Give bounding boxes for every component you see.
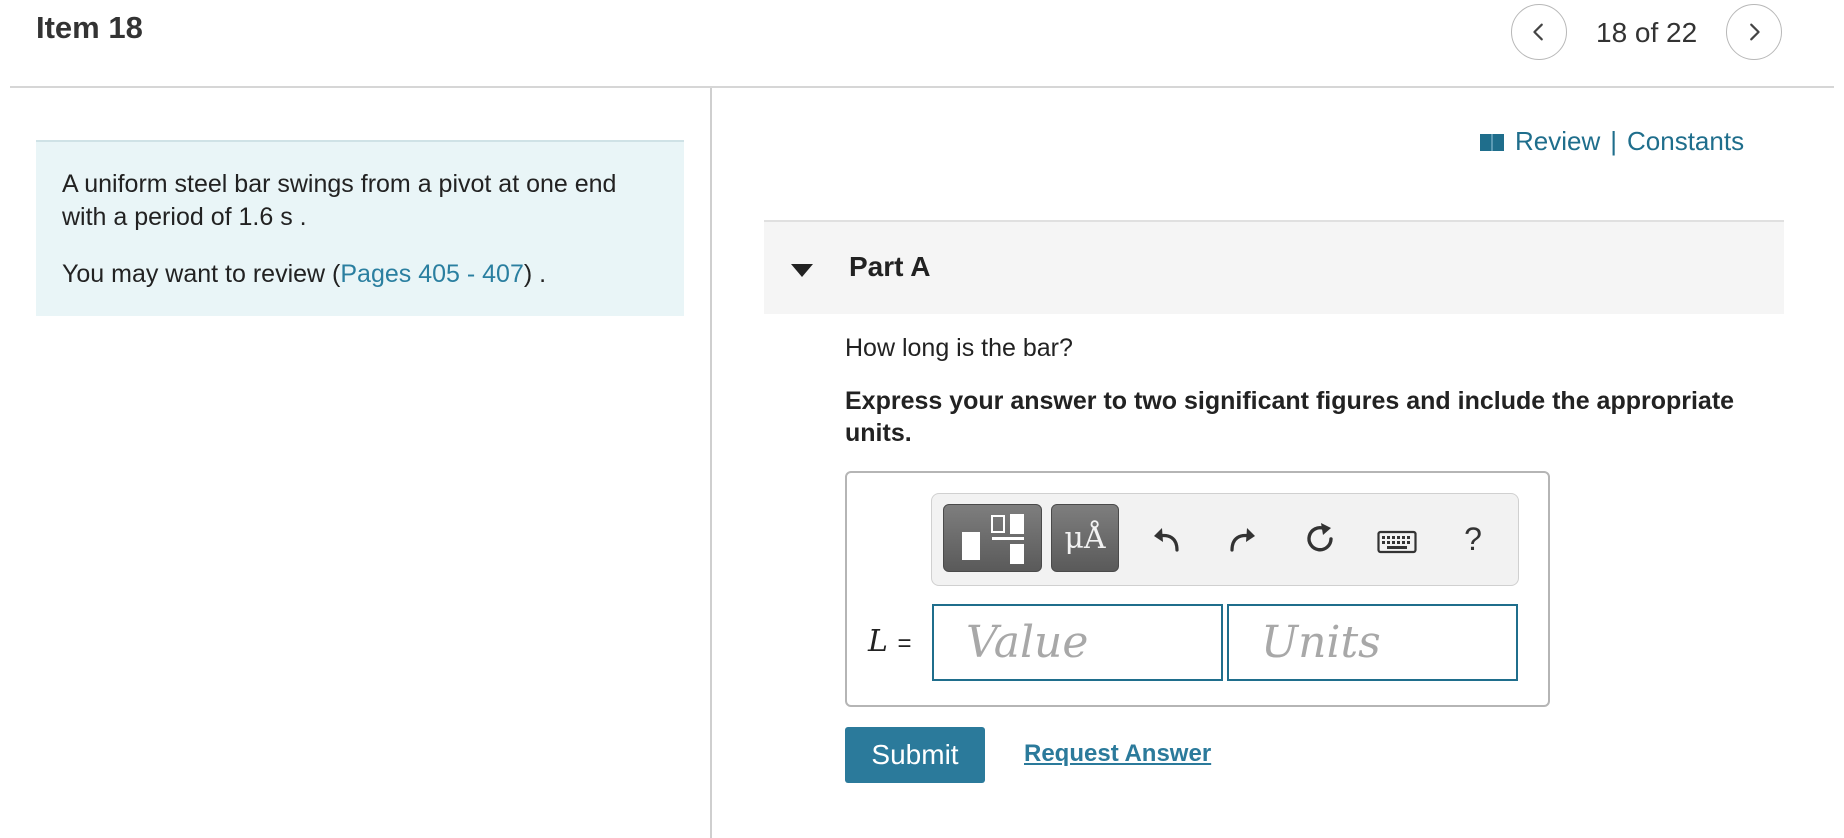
help-button[interactable]: ? <box>1453 519 1493 559</box>
review-link[interactable]: Review <box>1515 126 1600 157</box>
question-text: How long is the bar? <box>845 334 1073 362</box>
value-input[interactable] <box>932 604 1223 681</box>
review-pages-link[interactable]: Pages 405 - 407 <box>340 260 523 288</box>
item-pager: 18 of 22 <box>1596 17 1698 48</box>
constants-link[interactable]: Constants <box>1627 126 1744 157</box>
problem-statement: A uniform steel bar swings from a pivot … <box>62 170 617 231</box>
units-button[interactable]: μÅ <box>1051 504 1119 572</box>
links-separator: | <box>1610 126 1618 156</box>
resources-links: Review | Constants <box>1479 126 1744 157</box>
keyboard-icon[interactable] <box>1376 523 1418 563</box>
instruction-text: Express your answer to two significant f… <box>845 387 1735 447</box>
problem-intro: A uniform steel bar swings from a pivot … <box>36 140 684 316</box>
review-note: You may want to review (Pages 405 - 407)… <box>62 260 547 288</box>
redo-icon[interactable] <box>1222 519 1262 559</box>
previous-item-button[interactable] <box>1511 4 1567 60</box>
undo-icon[interactable] <box>1147 519 1187 559</box>
request-answer-link[interactable]: Request Answer <box>1024 740 1211 768</box>
chevron-left-icon <box>1533 23 1543 41</box>
part-title: Part A <box>849 251 931 282</box>
templates-button[interactable] <box>943 504 1042 572</box>
item-title: Item 18 <box>36 10 143 45</box>
book-icon <box>1479 131 1505 153</box>
header-divider <box>10 86 1834 88</box>
pane-divider <box>710 88 712 838</box>
variable-label: L = <box>868 624 912 659</box>
next-item-button[interactable] <box>1726 4 1782 60</box>
chevron-right-icon <box>1750 23 1760 41</box>
fraction-template-icon <box>961 514 1024 564</box>
units-input[interactable] <box>1227 604 1518 681</box>
reset-icon[interactable] <box>1301 519 1341 559</box>
collapse-caret-icon[interactable] <box>790 262 814 278</box>
submit-button[interactable]: Submit <box>845 727 985 783</box>
